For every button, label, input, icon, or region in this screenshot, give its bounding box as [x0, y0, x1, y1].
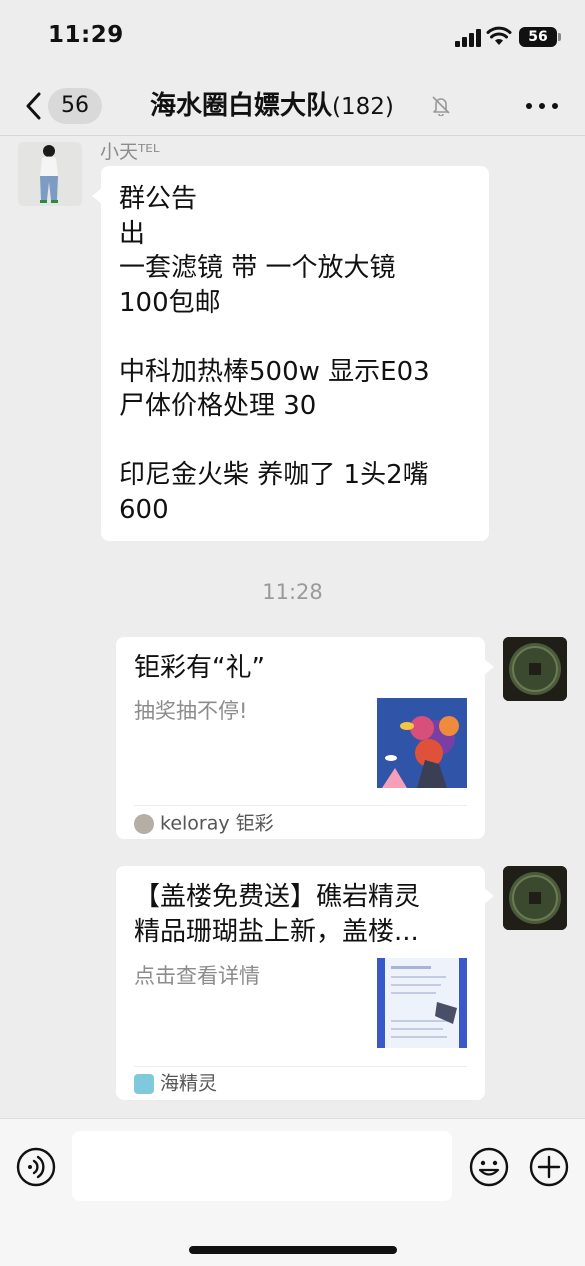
message-input[interactable] [72, 1131, 452, 1201]
coin-avatar-icon [503, 866, 567, 930]
message-timestamp: 11:28 [262, 580, 323, 604]
wifi-icon [486, 26, 512, 45]
link-card[interactable]: 钜彩有“礼” 抽奖抽不停! keloray 钜彩 [116, 637, 494, 839]
card-title: 【盖楼免费送】礁岩精灵 精品珊瑚盐上新，盖楼... [134, 882, 421, 947]
group-name: 海水圈白嫖大队 [150, 91, 333, 121]
my-avatar[interactable] [503, 866, 567, 930]
card-source: keloray 钜彩 [134, 811, 274, 835]
card-title: 钜彩有“礼” [134, 653, 265, 683]
voice-icon[interactable] [16, 1147, 56, 1187]
document-image [377, 958, 467, 1048]
unread-count-badge: 56 [48, 88, 102, 124]
card-thumbnail [377, 698, 467, 788]
member-count: (182) [332, 94, 394, 120]
chat-header: 56 海水圈白嫖大队(182) [0, 74, 585, 136]
person-photo-icon [18, 142, 82, 206]
input-bar [0, 1118, 585, 1266]
cellular-signal-icon [455, 29, 481, 47]
status-time: 11:29 [48, 22, 124, 48]
plus-icon[interactable] [529, 1147, 569, 1187]
link-card[interactable]: 【盖楼免费送】礁岩精灵 精品珊瑚盐上新，盖楼... 点击查看详情 海精灵 [116, 866, 494, 1100]
home-indicator [189, 1246, 397, 1254]
emoji-icon[interactable] [469, 1147, 509, 1187]
chevron-left-icon [26, 92, 41, 120]
status-bar: 11:29 56 [0, 0, 585, 74]
chat-title[interactable]: 海水圈白嫖大队(182) [150, 86, 394, 126]
sender-avatar[interactable] [18, 142, 82, 206]
card-description: 抽奖抽不停! [134, 699, 248, 723]
card-thumbnail [377, 958, 467, 1048]
battery-tip [558, 33, 561, 41]
coral-reef-image [377, 698, 467, 788]
source-logo-icon [134, 1073, 154, 1094]
card-divider [134, 1066, 467, 1067]
more-options-button[interactable] [522, 92, 562, 118]
source-logo-icon [134, 813, 154, 834]
coin-avatar-icon [503, 637, 567, 701]
my-avatar[interactable] [503, 637, 567, 701]
battery-icon: 56 [519, 27, 557, 47]
back-button[interactable]: 56 [20, 88, 104, 124]
bell-slash-icon [432, 96, 450, 116]
sender-name: 小天ᵀᴱᴸ [100, 141, 160, 163]
card-description: 点击查看详情 [134, 964, 260, 988]
announcement-bubble[interactable]: 群公告 出 一套滤镜 带 一个放大镜 100包邮 中科加热棒500w 显示E03… [92, 166, 489, 541]
card-source: 海精灵 [134, 1071, 217, 1095]
announcement-text: 群公告 出 一套滤镜 带 一个放大镜 100包邮 中科加热棒500w 显示E03… [119, 184, 430, 525]
card-divider [134, 805, 467, 806]
